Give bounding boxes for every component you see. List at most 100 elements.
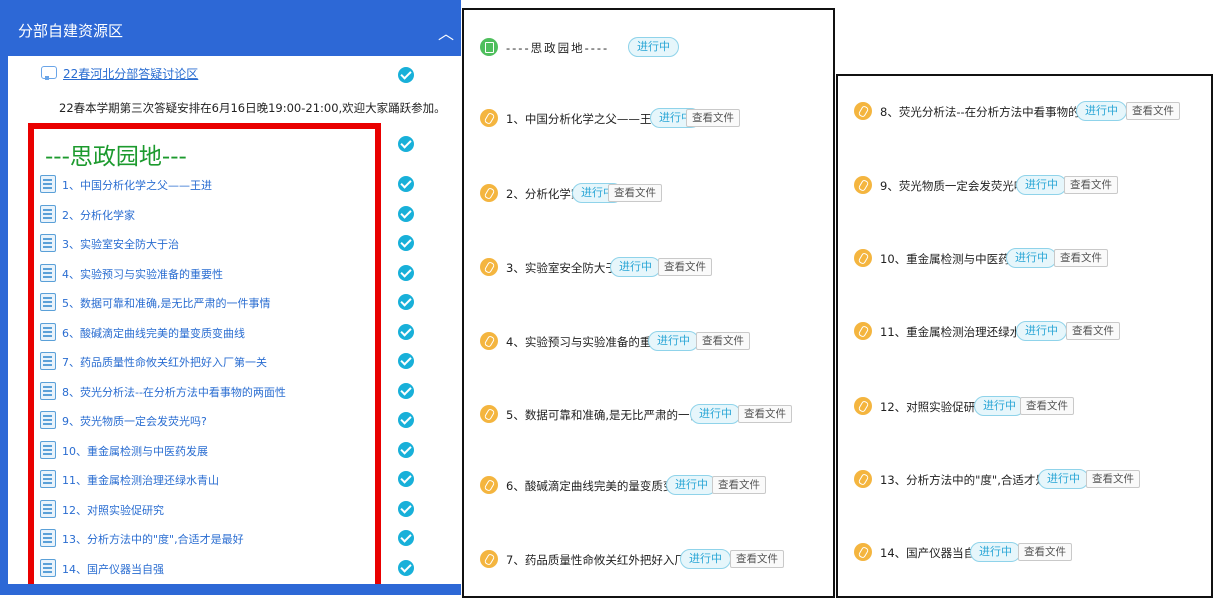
resource-item[interactable]: 1、中国分析化学之父——王进 xyxy=(40,174,370,196)
resource-item-label[interactable]: 12、对照实验促研究 xyxy=(62,502,164,518)
course-item-title: 9、荧光物质一定会发荧光吗? xyxy=(880,179,1032,193)
check-circle-icon xyxy=(398,206,414,222)
document-icon xyxy=(40,352,56,370)
view-file-button[interactable]: 查看文件 xyxy=(1054,249,1108,267)
document-icon xyxy=(40,264,56,282)
check-circle-icon xyxy=(398,471,414,487)
view-file-button[interactable]: 查看文件 xyxy=(1018,543,1072,561)
forum-link[interactable]: 22春河北分部答疑讨论区 xyxy=(63,65,198,82)
notice-text: 22春本学期第三次答疑安排在6月16日晚19:00-21:00,欢迎大家踊跃参加… xyxy=(59,101,446,115)
status-badge: 进行中 xyxy=(974,396,1025,416)
status-badge: 进行中 xyxy=(1038,469,1089,489)
resource-item[interactable]: 5、数据可靠和准确,是无比严肃的一件事情 xyxy=(40,292,370,314)
resource-item[interactable]: 8、荧光分析法--在分析方法中看事物的两面性 xyxy=(40,381,370,403)
resource-item-label[interactable]: 6、酸碱滴定曲线完美的量变质变曲线 xyxy=(62,325,245,341)
section-heading: ----思政园地---- xyxy=(506,41,610,55)
resource-item[interactable]: 3、实验室安全防大于治 xyxy=(40,233,370,255)
check-circle-icon xyxy=(398,235,414,251)
document-icon xyxy=(40,529,56,547)
resource-panel-header[interactable]: 分部自建资源区 ︿ xyxy=(0,0,461,56)
course-item-title: 1、中国分析化学之父——王进 xyxy=(506,112,663,126)
resource-item-label[interactable]: 4、实验预习与实验准备的重要性 xyxy=(62,266,223,282)
status-badge: 进行中 xyxy=(680,549,731,569)
resource-item[interactable]: 12、对照实验促研究 xyxy=(40,499,370,521)
paperclip-icon xyxy=(480,476,498,494)
chevron-up-icon[interactable]: ︿ xyxy=(438,20,454,44)
resource-item-label[interactable]: 9、荧光物质一定会发荧光吗? xyxy=(62,413,207,429)
view-file-button[interactable]: 查看文件 xyxy=(686,109,740,127)
view-file-button[interactable]: 查看文件 xyxy=(738,405,792,423)
resource-item[interactable]: 7、药品质量性命攸关红外把好入厂第一关 xyxy=(40,351,370,373)
check-circle-icon xyxy=(398,442,414,458)
view-file-button[interactable]: 查看文件 xyxy=(1020,397,1074,415)
status-badge: 进行中 xyxy=(648,331,699,351)
document-icon xyxy=(40,234,56,252)
document-icon xyxy=(40,293,56,311)
document-icon xyxy=(40,205,56,223)
section-title: ---思政园地--- xyxy=(45,144,187,170)
check-circle-icon xyxy=(398,67,414,83)
paperclip-icon xyxy=(480,184,498,202)
course-item-title: 2、分析化学家 xyxy=(506,187,583,201)
resource-item[interactable]: 9、荧光物质一定会发荧光吗? xyxy=(40,410,370,432)
resource-item-label[interactable]: 8、荧光分析法--在分析方法中看事物的两面性 xyxy=(62,384,286,400)
resource-item-label[interactable]: 14、国产仪器当自强 xyxy=(62,561,164,577)
document-icon xyxy=(40,441,56,459)
resource-list: 22春河北分部答疑讨论区 22春本学期第三次答疑安排在6月16日晚19:00-2… xyxy=(8,56,461,584)
resource-item[interactable]: 14、国产仪器当自强 xyxy=(40,558,370,580)
view-file-button[interactable]: 查看文件 xyxy=(608,184,662,202)
resource-panel-title: 分部自建资源区 xyxy=(18,22,124,40)
document-icon xyxy=(40,559,56,577)
view-file-button[interactable]: 查看文件 xyxy=(1064,176,1118,194)
view-file-button[interactable]: 查看文件 xyxy=(1086,470,1140,488)
resource-item-label[interactable]: 11、重金属检测治理还绿水青山 xyxy=(62,472,219,488)
paperclip-icon xyxy=(854,397,872,415)
paperclip-icon xyxy=(854,102,872,120)
resource-item[interactable]: 4、实验预习与实验准备的重要性 xyxy=(40,263,370,285)
paperclip-icon xyxy=(854,176,872,194)
view-file-button[interactable]: 查看文件 xyxy=(658,258,712,276)
check-circle-icon xyxy=(398,560,414,576)
document-icon xyxy=(40,411,56,429)
course-list-panel-2: 8、荧光分析法--在分析方法中看事物的两面性 进行中 查看文件 9、荧光物质一定会发荧… xyxy=(836,74,1213,598)
status-badge: 进行中 xyxy=(1076,101,1127,121)
resource-item[interactable]: 10、重金属检测与中医药发展 xyxy=(40,440,370,462)
resource-item-label[interactable]: 3、实验室安全防大于治 xyxy=(62,236,179,252)
resource-item-label[interactable]: 5、数据可靠和准确,是无比严肃的一件事情 xyxy=(62,295,271,311)
view-file-button[interactable]: 查看文件 xyxy=(712,476,766,494)
view-file-button[interactable]: 查看文件 xyxy=(1126,102,1180,120)
document-icon xyxy=(40,382,56,400)
resource-item[interactable]: 2、分析化学家 xyxy=(40,204,370,226)
check-circle-icon xyxy=(398,383,414,399)
panel-footer-bar xyxy=(0,584,461,595)
view-file-button[interactable]: 查看文件 xyxy=(1066,322,1120,340)
resource-item[interactable]: 11、重金属检测治理还绿水青山 xyxy=(40,469,370,491)
paperclip-icon xyxy=(854,249,872,267)
view-file-button[interactable]: 查看文件 xyxy=(730,550,784,568)
document-icon xyxy=(40,175,56,193)
resource-item-label[interactable]: 7、药品质量性命攸关红外把好入厂第一关 xyxy=(62,354,267,370)
paperclip-icon xyxy=(854,470,872,488)
status-badge: 进行中 xyxy=(1006,248,1057,268)
resource-item[interactable]: 13、分析方法中的"度",合适才是最好 xyxy=(40,528,370,550)
chat-icon xyxy=(41,66,57,80)
status-badge: 进行中 xyxy=(1016,321,1067,341)
resource-item-label[interactable]: 1、中国分析化学之父——王进 xyxy=(62,177,212,193)
document-icon xyxy=(480,38,498,56)
resource-item-label[interactable]: 13、分析方法中的"度",合适才是最好 xyxy=(62,531,244,547)
paperclip-icon xyxy=(854,322,872,340)
check-circle-icon xyxy=(398,501,414,517)
status-badge: 进行中 xyxy=(628,37,679,57)
paperclip-icon xyxy=(480,405,498,423)
resource-panel: 分部自建资源区 ︿ 22春河北分部答疑讨论区 22春本学期第三次答疑安排在6月1… xyxy=(0,0,461,595)
resource-item-label[interactable]: 2、分析化学家 xyxy=(62,207,135,223)
resource-item-label[interactable]: 10、重金属检测与中医药发展 xyxy=(62,443,208,459)
status-badge: 进行中 xyxy=(1016,175,1067,195)
resource-item[interactable]: 6、酸碱滴定曲线完美的量变质变曲线 xyxy=(40,322,370,344)
check-circle-icon xyxy=(398,324,414,340)
status-badge: 进行中 xyxy=(690,404,741,424)
paperclip-icon xyxy=(480,258,498,276)
check-circle-icon xyxy=(398,530,414,546)
view-file-button[interactable]: 查看文件 xyxy=(696,332,750,350)
check-circle-icon xyxy=(398,265,414,281)
